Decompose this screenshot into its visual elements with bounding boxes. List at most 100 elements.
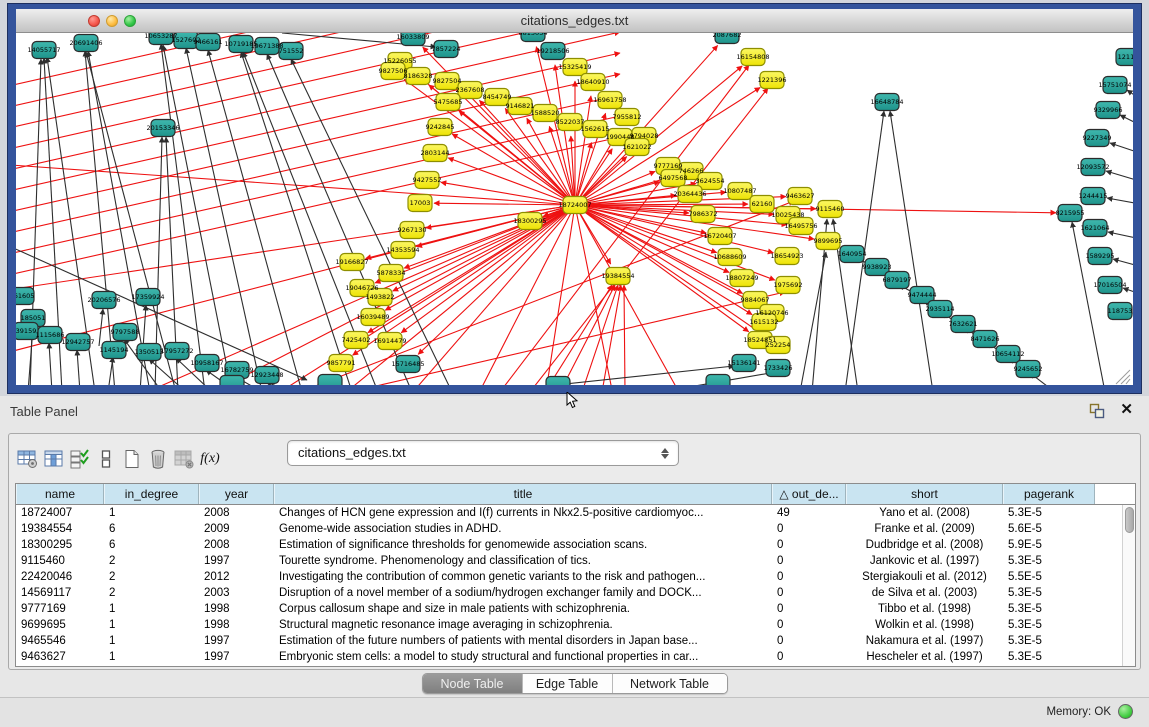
table-cell: 2 — [104, 585, 199, 601]
table-row[interactable]: 2242004622012Investigating the contribut… — [16, 569, 1135, 585]
graph-node[interactable] — [546, 377, 570, 386]
graph-node-label: 17003 — [410, 199, 431, 207]
graph-node-label: 1615132 — [750, 318, 779, 326]
tab-edge-table[interactable]: Edge Table — [523, 674, 613, 693]
table-row[interactable]: 1872400712008Changes of HCN gene express… — [16, 505, 1135, 521]
graph-node-label: 9329966 — [1094, 106, 1123, 114]
column-header-pagerank[interactable]: pagerank — [1003, 484, 1095, 504]
function-builder-icon[interactable]: f(x) — [197, 446, 223, 472]
rows-mode-icon[interactable] — [93, 446, 119, 472]
delete-table-icon[interactable] — [145, 446, 171, 472]
graph-node-label: 5475685 — [434, 98, 463, 106]
graph-node-label: 1975692 — [774, 281, 803, 289]
table-row[interactable]: 946362711997Embryonic stem cells: a mode… — [16, 649, 1135, 665]
graph-node-label: 20206576 — [87, 296, 120, 304]
table-cell: 2 — [104, 569, 199, 585]
graph-node-label: 12923448 — [250, 371, 283, 379]
graph-node-label: 9857791 — [327, 359, 356, 367]
graph-node-label: 62160 — [752, 200, 773, 208]
show-columns-icon[interactable] — [41, 446, 67, 472]
table-row[interactable]: 977716911998Corpus callosum shape and si… — [16, 601, 1135, 617]
close-panel-icon[interactable]: ✕ — [1120, 401, 1133, 419]
graph-node[interactable] — [318, 375, 342, 386]
table-cell: 1 — [104, 505, 199, 521]
vertical-scrollbar[interactable] — [1122, 505, 1135, 666]
table-row[interactable]: 1830029562008Estimation of significance … — [16, 537, 1135, 553]
graph-node-label: 16154808 — [736, 53, 769, 61]
graph-node[interactable] — [706, 375, 730, 386]
table-cell: 0 — [772, 521, 846, 537]
table-cell: Investigating the contribution of common… — [274, 569, 772, 585]
column-header-name[interactable]: name — [16, 484, 104, 504]
graph-node-label: 9227349 — [1083, 134, 1112, 142]
graph-node-label: 15716485 — [391, 360, 424, 368]
table-cell: Structural magnetic resonance image aver… — [274, 617, 772, 633]
window-title: citations_edges.txt — [16, 13, 1133, 28]
table-settings-icon[interactable] — [15, 446, 41, 472]
column-header-title[interactable]: title — [274, 484, 772, 504]
graph-node-label: 16039489 — [356, 313, 389, 321]
network-view-window[interactable]: citations_edges.txt 18724007183002951938… — [8, 4, 1141, 393]
graph-node-label: 9267130 — [398, 226, 427, 234]
table-header-row: namein_degreeyeartitle△ out_de...shortpa… — [16, 484, 1135, 505]
graph-node-label: 10807487 — [723, 187, 756, 195]
column-header-year[interactable]: year — [199, 484, 274, 504]
table-cell: 1997 — [199, 649, 274, 665]
graph-node-label: 2367608 — [456, 86, 485, 94]
graph-node-label: 10654112 — [991, 350, 1024, 358]
graph-node-label: 14055717 — [27, 46, 60, 54]
table-row[interactable]: 911546021997Tourette syndrome. Phenomeno… — [16, 553, 1135, 569]
table-cell: Jankovic et al. (1997) — [846, 553, 1003, 569]
column-header-short[interactable]: short — [846, 484, 1003, 504]
graph-node-label: 20364436 — [673, 190, 706, 198]
memory-ok-icon — [1118, 704, 1133, 719]
table-row[interactable]: 946554611997Estimation of the future num… — [16, 633, 1135, 649]
table-cell: Disruption of a novel member of a sodium… — [274, 585, 772, 601]
graph-node-label: 7955812 — [613, 113, 642, 121]
table-panel: Table Panel ✕ — [0, 396, 1149, 697]
window-titlebar[interactable]: citations_edges.txt — [16, 9, 1133, 33]
table-cell: 5.9E-5 — [1003, 537, 1095, 553]
node-table[interactable]: namein_degreeyeartitle△ out_de...shortpa… — [15, 483, 1136, 667]
graph-node-label: 8471626 — [971, 335, 1000, 343]
table-row[interactable]: 1938455462009Genome-wide association stu… — [16, 521, 1135, 537]
new-table-icon[interactable] — [119, 446, 145, 472]
column-header-in_degree[interactable]: in_degree — [104, 484, 199, 504]
table-cell: 5.3E-5 — [1003, 617, 1095, 633]
table-cell: 1 — [104, 617, 199, 633]
graph-node-label: 261605 — [16, 292, 34, 300]
column-header-filler — [1095, 484, 1135, 504]
status-bar: Memory: OK — [0, 697, 1149, 727]
graph-node-label: 16914479 — [373, 337, 406, 345]
table-cell: 0 — [772, 601, 846, 617]
graph-node-label: 19166827 — [335, 258, 368, 266]
table-body: 1872400712008Changes of HCN gene express… — [16, 505, 1135, 665]
table-cell: Corpus callosum shape and size in male p… — [274, 601, 772, 617]
graph-node[interactable] — [220, 376, 244, 386]
float-panel-icon[interactable] — [1089, 403, 1105, 419]
table-select-dropdown[interactable]: citations_edges.txt — [287, 440, 679, 466]
table-cell: 6 — [104, 537, 199, 553]
table-row[interactable]: 1456911722003Disruption of a novel membe… — [16, 585, 1135, 601]
graph-node-label: 6497568 — [659, 174, 688, 182]
scrollbar-thumb[interactable] — [1125, 507, 1134, 533]
tab-node-table[interactable]: Node Table — [423, 674, 523, 693]
table-cell: 14569117 — [16, 585, 104, 601]
graph-node-label: 1640954 — [838, 250, 867, 258]
table-cell: Genome-wide association studies in ADHD. — [274, 521, 772, 537]
table-row[interactable]: 969969511998Structural magnetic resonanc… — [16, 617, 1135, 633]
network-canvas[interactable]: 1872400718300295193845549777169746266649… — [16, 33, 1133, 385]
table-cell: Nakamura et al. (1997) — [846, 633, 1003, 649]
table-cell: 0 — [772, 553, 846, 569]
graph-node-label: 16648784 — [870, 98, 903, 106]
table-cell: 5.6E-5 — [1003, 521, 1095, 537]
network-graph[interactable]: 1872400718300295193845549777169746266649… — [16, 33, 1133, 385]
graph-node-label: 1562615 — [581, 125, 610, 133]
column-header-out_de[interactable]: △ out_de... — [772, 484, 846, 504]
graph-node-label: 9245652 — [1014, 365, 1043, 373]
row-checklist-icon[interactable] — [67, 446, 93, 472]
graph-node-label: 7857224 — [432, 45, 461, 53]
tab-network-table[interactable]: Network Table — [613, 674, 727, 693]
table-cell: 5.3E-5 — [1003, 633, 1095, 649]
graph-node-label: 9827504 — [433, 77, 462, 85]
